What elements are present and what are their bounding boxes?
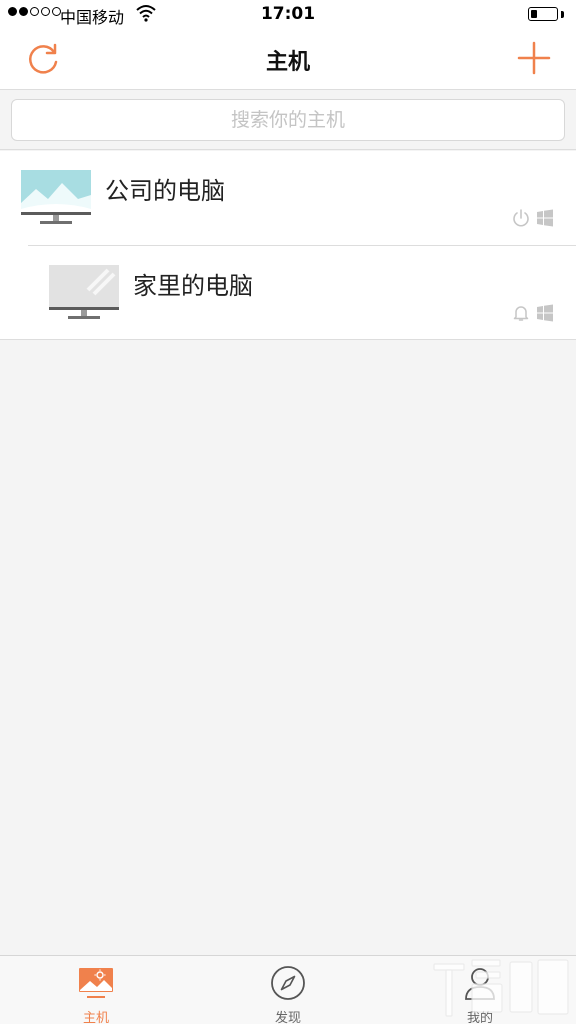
host-name: 公司的电脑 xyxy=(105,177,225,205)
navigation-bar: 主机 xyxy=(0,28,576,90)
host-status-icons xyxy=(512,304,554,322)
tab-label: 主机 xyxy=(82,1011,109,1024)
tab-discover[interactable]: 发现 xyxy=(192,956,384,1024)
status-bar: 中国移动 17:01 xyxy=(0,0,576,28)
tab-host[interactable]: 主机 xyxy=(0,956,192,1024)
battery-icon xyxy=(528,7,558,21)
search-area xyxy=(0,90,576,150)
monitor-landscape-icon xyxy=(21,170,91,224)
plus-icon[interactable] xyxy=(516,40,552,76)
bell-icon xyxy=(513,306,529,321)
page-title: 主机 xyxy=(265,50,310,75)
search-input[interactable] xyxy=(11,99,565,141)
host-row[interactable]: 公司的电脑 xyxy=(0,151,576,245)
windows-icon xyxy=(537,209,553,227)
host-status-icons xyxy=(512,209,554,227)
tab-label: 发现 xyxy=(274,1011,301,1024)
compass-icon xyxy=(271,966,305,1000)
status-time: 17:01 xyxy=(260,4,316,24)
host-icon xyxy=(79,968,113,998)
host-row[interactable]: 家里的电脑 xyxy=(28,245,576,339)
watermark-logo xyxy=(433,959,569,1017)
monitor-offline-icon xyxy=(49,265,119,319)
app-screen: 中国移动 17:01 主机 搜索你的主机 公司的电脑 家里的电脑 主机 发现 我… xyxy=(0,0,576,1024)
host-list: 公司的电脑 家里的电脑 xyxy=(0,151,576,340)
power-icon xyxy=(513,209,529,227)
battery-cap xyxy=(561,11,564,18)
windows-icon xyxy=(537,304,553,322)
host-name: 家里的电脑 xyxy=(133,272,253,300)
